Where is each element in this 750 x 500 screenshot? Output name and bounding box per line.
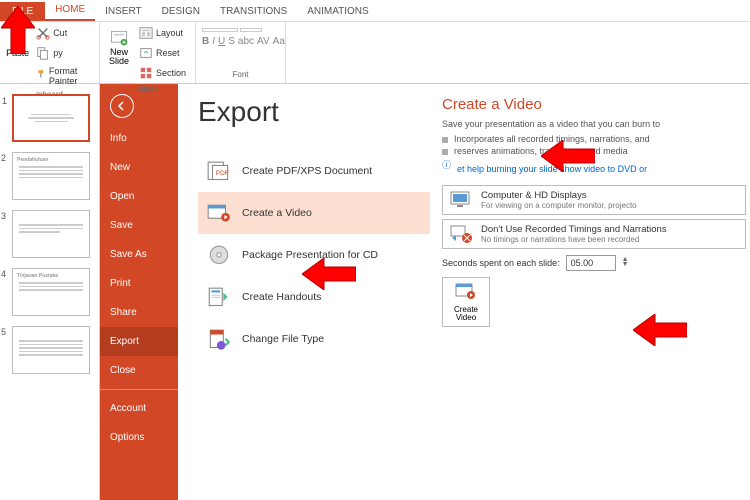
export-video[interactable]: Create a Video [198, 192, 430, 234]
ribbon: Paste Cut py Format Painter ipboard New … [0, 22, 750, 84]
tab-home[interactable]: HOME [45, 0, 95, 21]
tab-animations[interactable]: ANIMATIONS [297, 2, 378, 21]
back-button[interactable] [110, 94, 134, 118]
bullet-icon [442, 149, 448, 155]
slide-thumbnail-1[interactable]: 1 [12, 94, 90, 142]
create-video-desc: Save your presentation as a video that y… [442, 119, 746, 129]
export-filetype[interactable]: Change File Type [198, 318, 430, 360]
file-share[interactable]: Share [100, 298, 178, 327]
file-saveas[interactable]: Save As [100, 240, 178, 269]
case-button[interactable]: Aa [273, 36, 285, 47]
annotation-arrow [302, 258, 356, 290]
create-video-title: Create a Video [442, 96, 746, 113]
new-slide-button[interactable]: New Slide [106, 24, 132, 66]
speaker-off-icon [449, 224, 473, 244]
handouts-icon [206, 286, 232, 308]
layout-icon [139, 26, 153, 40]
cd-icon [206, 244, 232, 266]
section-button[interactable]: Section [136, 64, 189, 82]
bold-button[interactable]: B [202, 36, 209, 47]
svg-text:PDF: PDF [216, 170, 229, 177]
slide-thumbnail-2[interactable]: 2Pendahuluan [12, 152, 90, 200]
italic-button[interactable]: I [212, 36, 215, 47]
font-family-select[interactable] [202, 28, 238, 32]
slide-thumbnail-5[interactable]: 5 [12, 326, 90, 374]
tab-transitions[interactable]: TRANSITIONS [210, 2, 297, 21]
export-pdf[interactable]: PDFCreate PDF/XPS Document [198, 150, 430, 192]
slide-thumbnail-3[interactable]: 3 [12, 210, 90, 258]
bullet-icon [442, 137, 448, 143]
stepper-icon[interactable]: ▲▼ [622, 258, 629, 268]
file-new[interactable]: New [100, 153, 178, 182]
seconds-label: Seconds spent on each slide: [442, 258, 560, 268]
font-size-select[interactable] [240, 28, 262, 32]
copy-button[interactable]: py [33, 44, 93, 62]
reset-button[interactable]: Reset [136, 44, 189, 62]
cut-icon [36, 26, 50, 40]
video-icon [206, 202, 232, 224]
file-options[interactable]: Options [100, 423, 178, 452]
font-group-label: Font [202, 68, 279, 81]
file-save[interactable]: Save [100, 211, 178, 240]
main-area: 1 2Pendahuluan 3 4Tinjauan Pustaka 5 Inf… [0, 84, 750, 500]
strike-button[interactable]: abc [238, 36, 254, 47]
annotation-arrow [1, 6, 35, 54]
create-video-button[interactable]: Create Video [442, 277, 490, 327]
quality-option[interactable]: Computer & HD DisplaysFor viewing on a c… [442, 185, 746, 215]
file-info[interactable]: Info [100, 124, 178, 153]
tab-insert[interactable]: INSERT [95, 2, 152, 21]
file-account[interactable]: Account [100, 394, 178, 423]
slide-thumbnail-panel[interactable]: 1 2Pendahuluan 3 4Tinjauan Pustaka 5 [0, 84, 100, 500]
layout-button[interactable]: Layout [136, 24, 189, 42]
export-panel: Export PDFCreate PDF/XPS Document Create… [178, 84, 750, 500]
annotation-arrow [541, 140, 595, 172]
slide-thumbnail-4[interactable]: 4Tinjauan Pustaka [12, 268, 90, 316]
slides-group-label: Slides [106, 82, 189, 95]
format-painter-button[interactable]: Format Painter [33, 64, 93, 88]
tab-design[interactable]: DESIGN [152, 2, 210, 21]
export-title: Export [198, 96, 430, 128]
reset-icon [139, 46, 153, 60]
create-video-icon [454, 282, 478, 304]
monitor-icon [449, 190, 473, 210]
shadow-button[interactable]: S [228, 36, 235, 47]
filetype-icon [206, 328, 232, 350]
underline-button[interactable]: U [218, 36, 225, 47]
spacing-button[interactable]: AV [257, 36, 270, 47]
section-icon [139, 66, 153, 80]
cut-button[interactable]: Cut [33, 24, 93, 42]
brush-icon [36, 69, 46, 83]
timings-option[interactable]: Don't Use Recorded Timings and Narration… [442, 219, 746, 249]
ribbon-tabs: FILE HOME INSERT DESIGN TRANSITIONS ANIM… [0, 0, 750, 22]
file-open[interactable]: Open [100, 182, 178, 211]
help-icon: ⓘ [442, 158, 451, 171]
pdf-icon: PDF [206, 160, 232, 182]
file-close[interactable]: Close [100, 356, 178, 385]
annotation-arrow [633, 314, 687, 346]
copy-icon [36, 46, 50, 60]
file-export[interactable]: Export [100, 327, 178, 356]
file-menu: Info New Open Save Save As Print Share E… [100, 84, 178, 500]
seconds-input[interactable]: 05.00 [566, 255, 616, 271]
new-slide-icon [109, 28, 129, 48]
file-print[interactable]: Print [100, 269, 178, 298]
